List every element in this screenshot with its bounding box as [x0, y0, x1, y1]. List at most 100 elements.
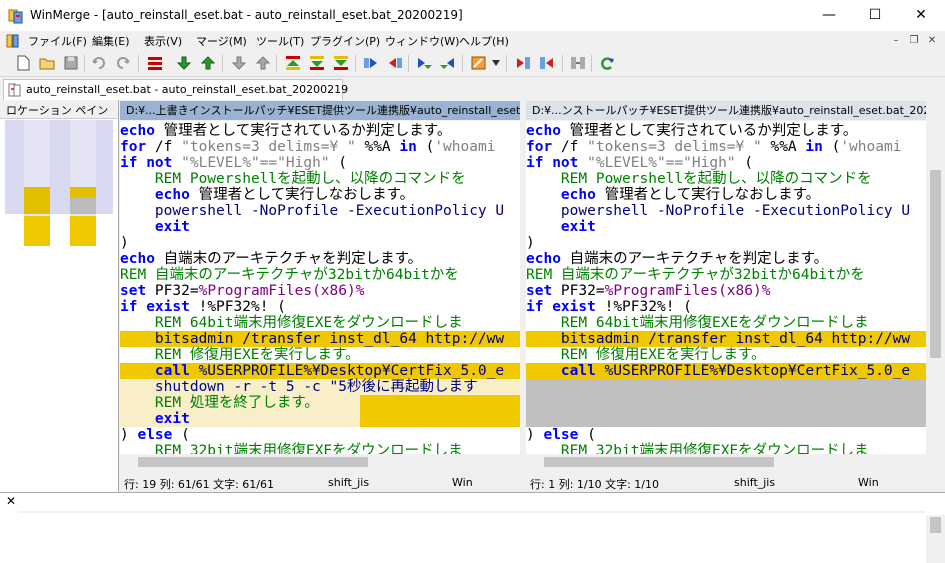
diff-highlight: [360, 395, 520, 427]
copy-all-right-icon[interactable]: [514, 54, 532, 72]
next-diff-icon[interactable]: [175, 54, 193, 72]
toolbar-separator: [591, 55, 592, 72]
eol-label: Win: [858, 476, 879, 489]
scrollbar-thumb[interactable]: [930, 170, 941, 358]
prev-diff-icon[interactable]: [199, 54, 217, 72]
open-folder-icon[interactable]: [38, 54, 56, 72]
toolbar: [0, 51, 945, 77]
code-line: REM 64bit端末用修復EXEをダウンロードしま: [526, 315, 869, 331]
menu-bar: ファイル(F) 編集(E) 表示(V) マージ(M) ツール(T) プラグイン(…: [0, 31, 945, 51]
code-line: echo 管理者として実行されているか判定します。: [120, 123, 452, 139]
options-icon[interactable]: [470, 54, 488, 72]
code-line: echo 管理者として実行されているか判定します。: [526, 123, 858, 139]
copy-left-icon[interactable]: [386, 54, 404, 72]
scrollbar-thumb[interactable]: [138, 457, 368, 467]
minimize-button[interactable]: —: [806, 0, 852, 31]
left-pane-path: D:¥...上書きインストールパッチ¥ESET提供ツール連携版¥auto_rei…: [120, 101, 520, 120]
first-diff-icon[interactable]: [284, 54, 302, 72]
diff-detail-pane[interactable]: ✕: [0, 492, 945, 563]
new-file-icon[interactable]: [14, 54, 32, 72]
copy-right-icon[interactable]: [362, 54, 380, 72]
copy-left-advance-icon[interactable]: [439, 54, 457, 72]
close-diff-pane-icon[interactable]: ✕: [6, 494, 16, 508]
scrollbar-thumb[interactable]: [930, 517, 941, 533]
toolbar-separator: [408, 55, 409, 72]
menu-tools[interactable]: ツール(T): [256, 33, 304, 49]
toolbar-separator: [222, 55, 223, 72]
toolbar-separator: [138, 55, 139, 72]
menu-plugins[interactable]: プラグイン(P): [310, 33, 380, 49]
code-line-diff: bitsadmin /transfer inst_dl_64 http://ww: [526, 331, 926, 347]
code-line: REM 自端末のアーキテクチャが32bitか64bitかを: [120, 267, 459, 283]
undo-icon[interactable]: [90, 54, 108, 72]
right-horizontal-scrollbar[interactable]: [526, 454, 926, 469]
right-code-pane[interactable]: echo 管理者として実行されているか判定します。 for /f "tokens…: [526, 121, 926, 454]
copy-right-advance-icon[interactable]: [415, 54, 433, 72]
next-conflict-icon[interactable]: [230, 54, 248, 72]
code-line-diff: call %USERPROFILE%¥Desktop¥CertFix_5.0_e: [526, 363, 926, 379]
code-line-added: shutdown -r -t 5 -c "5秒後に再起動します: [120, 379, 520, 395]
code-line: powershell -NoProfile -ExecutionPolicy U: [120, 203, 505, 219]
menu-window[interactable]: ウィンドウ(W): [385, 33, 459, 49]
tab-label: auto_reinstall_eset.bat - auto_reinstall…: [26, 83, 349, 96]
menu-view[interactable]: 表示(V): [144, 33, 182, 49]
location-pane[interactable]: ロケーション ペイン: [0, 100, 119, 492]
code-line: REM 32bit端末用修復EXEをダウンロードしま: [120, 443, 463, 454]
winmerge-logo-icon: [8, 9, 23, 24]
menu-help[interactable]: ヘルプ(H): [459, 33, 509, 49]
code-line: if exist !%PF32%! (: [526, 299, 692, 315]
scrollbar-thumb[interactable]: [544, 457, 774, 467]
code-line: echo 自端末のアーキテクチャを判定します。: [120, 251, 423, 267]
code-line: REM 32bit端末用修復EXEをダウンロードしま: [526, 443, 869, 454]
maximize-button[interactable]: ☐: [852, 0, 898, 31]
missing-lines-block: [526, 379, 926, 427]
tab-file-compare[interactable]: auto_reinstall_eset.bat - auto_reinstall…: [3, 79, 348, 100]
toolbar-separator: [562, 55, 563, 72]
code-line-diff: call %USERPROFILE%¥Desktop¥CertFix_5.0_e: [120, 363, 520, 379]
close-icon: ✕: [915, 7, 927, 23]
location-diff-marker: [24, 187, 50, 214]
last-diff-icon[interactable]: [332, 54, 350, 72]
detail-vertical-scrollbar[interactable]: [926, 515, 945, 563]
diff-mark-icon[interactable]: [146, 54, 164, 72]
current-diff-icon[interactable]: [308, 54, 326, 72]
code-line-diff: bitsadmin /transfer inst_dl_64 http://ww: [120, 331, 520, 347]
prev-conflict-icon[interactable]: [254, 54, 272, 72]
left-horizontal-scrollbar[interactable]: [120, 454, 520, 469]
location-viewport[interactable]: [5, 120, 113, 214]
close-button[interactable]: ✕: [898, 0, 944, 31]
mdi-close-button[interactable]: ✕: [924, 34, 940, 48]
right-pane-path: D:¥...ンストールパッチ¥ESET提供ツール連携版¥auto_reinsta…: [526, 101, 926, 120]
code-line: REM 修復用EXEを実行します。: [526, 347, 766, 363]
pane-splitter[interactable]: [18, 511, 925, 513]
menu-file[interactable]: ファイル(F): [28, 33, 87, 49]
chevron-down-icon[interactable]: [492, 60, 500, 66]
toolbar-separator: [462, 55, 463, 72]
toolbar-separator: [506, 55, 507, 72]
right-status-bar: 行: 1 列: 1/10 文字: 1/10 shift_jis Win: [526, 472, 926, 492]
menu-merge[interactable]: マージ(M): [196, 33, 247, 49]
mdi-minimize-button[interactable]: –: [888, 34, 904, 48]
menu-edit[interactable]: 編集(E): [92, 33, 130, 49]
mdi-restore-button[interactable]: ❐: [906, 34, 922, 48]
location-diff-marker: [70, 216, 96, 246]
code-line: if not "%LEVEL%"=="High" (: [526, 155, 754, 171]
minimize-icon: —: [822, 7, 836, 23]
diff-detail-line: [18, 495, 925, 512]
code-line-added: REM 処理を終了します。: [120, 395, 360, 411]
compare-icon[interactable]: [569, 54, 587, 72]
code-line: ) else (: [526, 427, 596, 443]
left-code-pane[interactable]: echo 管理者として実行されているか判定します。 for /f "tokens…: [120, 121, 520, 454]
refresh-icon[interactable]: [598, 54, 616, 72]
copy-all-left-icon[interactable]: [538, 54, 556, 72]
document-menu-icon[interactable]: [6, 34, 20, 48]
toolbar-separator: [276, 55, 277, 72]
code-line-added: exit: [120, 411, 360, 427]
save-icon[interactable]: [62, 54, 80, 72]
location-diff-marker: [70, 197, 96, 214]
redo-icon[interactable]: [114, 54, 132, 72]
code-line: REM Powershellを起動し、以降のコマンドを: [526, 171, 872, 187]
cursor-position: 行: 1 列: 1/10 文字: 1/10: [530, 478, 660, 491]
code-line: REM 修復用EXEを実行します。: [120, 347, 360, 363]
vertical-scrollbar[interactable]: [926, 120, 945, 472]
